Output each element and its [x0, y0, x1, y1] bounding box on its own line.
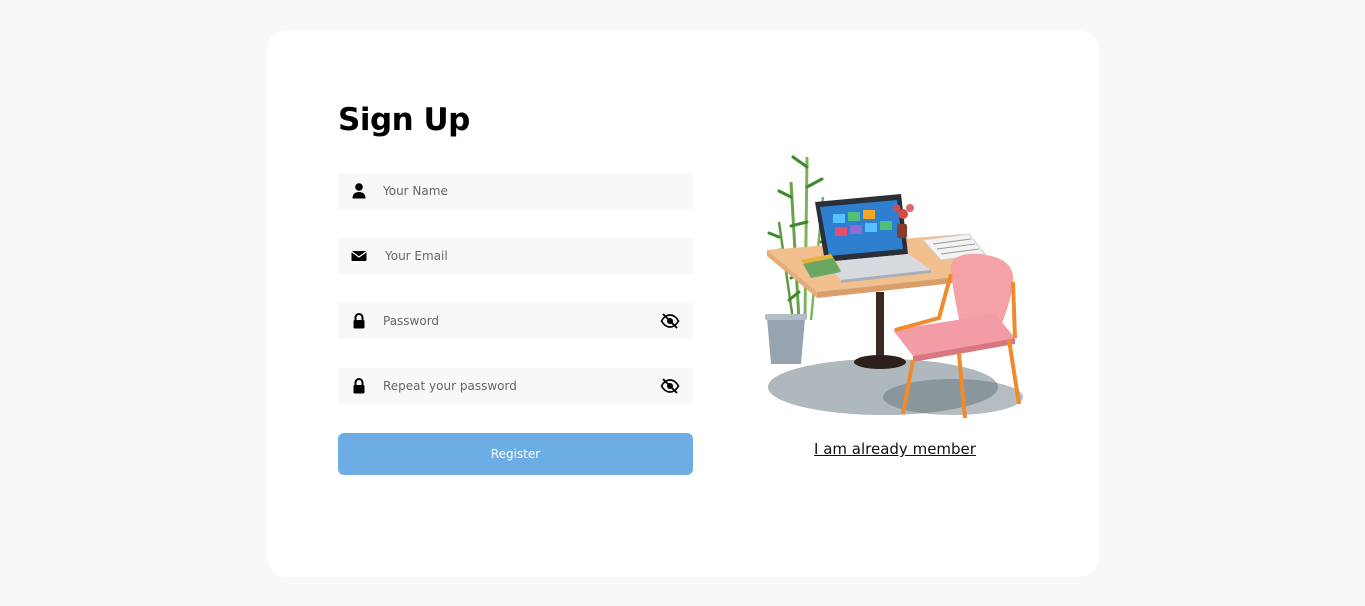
eye-slash-icon[interactable] — [660, 312, 680, 330]
lock-icon — [350, 312, 368, 330]
name-input[interactable] — [383, 173, 653, 209]
password-input[interactable] — [383, 303, 653, 339]
email-field — [338, 238, 693, 274]
page-title: Sign Up — [338, 102, 470, 138]
signup-card: Sign Up Your Name Your Email Register I … — [267, 30, 1099, 577]
envelope-icon — [350, 247, 368, 265]
repeat-password-field — [338, 368, 693, 404]
lock-icon — [350, 377, 368, 395]
desk-illustration — [763, 142, 1027, 425]
eye-slash-icon[interactable] — [660, 377, 680, 395]
register-button[interactable]: Register — [338, 433, 693, 475]
already-member-link[interactable]: I am already member — [737, 440, 1053, 458]
repeat-password-input[interactable] — [383, 368, 653, 404]
name-field — [338, 173, 693, 209]
user-icon — [350, 182, 368, 200]
password-field — [338, 303, 693, 339]
email-input[interactable] — [385, 238, 655, 274]
